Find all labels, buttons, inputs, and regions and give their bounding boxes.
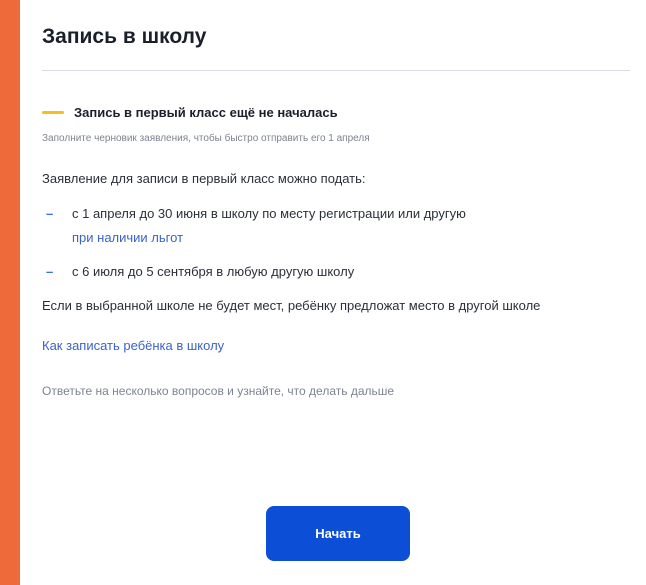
bullet-dash-icon: – <box>46 264 54 279</box>
list-item-body: с 1 апреля до 30 июня в школу по месту р… <box>62 202 466 250</box>
divider <box>42 70 630 71</box>
how-to-enroll-link[interactable]: Как записать ребёнка в школу <box>42 336 224 356</box>
list-item: – с 1 апреля до 30 июня в школу по месту… <box>42 202 632 250</box>
page-title: Запись в школу <box>42 25 207 48</box>
status-hint: Заполните черновик заявления, чтобы быст… <box>42 133 370 144</box>
no-place-text: Если в выбранной школе не будет мест, ре… <box>42 298 541 313</box>
school-enrollment-card: Запись в школу Запись в первый класс ещё… <box>20 0 646 585</box>
date-list: – с 1 апреля до 30 июня в школу по месту… <box>42 202 632 284</box>
list-item: – с 6 июля до 5 сентября в любую другую … <box>42 260 632 284</box>
benefits-link[interactable]: при наличии льгот <box>72 230 183 245</box>
list-item-text: с 6 июля до 5 сентября в любую другую шк… <box>72 264 355 279</box>
status-row: Запись в первый класс ещё не началась <box>42 102 632 122</box>
intro-text: Заявление для записи в первый класс можн… <box>42 171 366 186</box>
questions-text: Ответьте на несколько вопросов и узнайте… <box>42 384 395 398</box>
start-button[interactable]: Начать <box>266 506 410 561</box>
status-indicator-icon <box>42 110 64 114</box>
list-item-text: с 1 апреля до 30 июня в школу по месту р… <box>72 206 466 221</box>
status-text: Запись в первый класс ещё не началась <box>74 104 338 120</box>
bullet-dash-icon: – <box>46 206 54 221</box>
